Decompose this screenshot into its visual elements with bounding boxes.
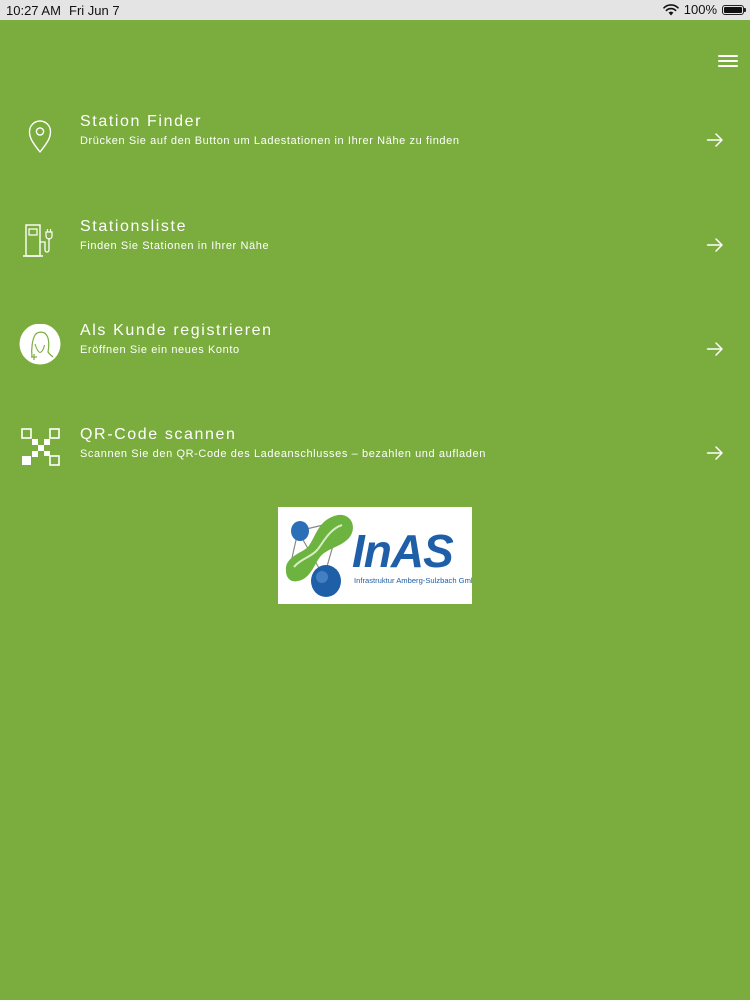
menu-item-qr-scan[interactable]: QR-Code scannen Scannen Sie den QR-Code …	[0, 426, 750, 508]
hamburger-menu-icon[interactable]	[718, 52, 738, 72]
menu-item-register[interactable]: Als Kunde registrieren Eröffnen Sie ein …	[0, 322, 750, 404]
battery-icon	[722, 4, 746, 15]
menu-item-title: Station Finder	[80, 113, 203, 130]
inas-logo: InAS Infrastruktur Amberg-Sulzbach GmbH	[278, 507, 481, 604]
status-time: 10:27 AM	[6, 3, 61, 18]
menu-item-station-finder[interactable]: Station Finder Drücken Sie auf den Butto…	[0, 113, 750, 195]
status-bar: 10:27 AM Fri Jun 7 100%	[0, 0, 750, 20]
location-pin-icon	[28, 120, 52, 153]
menu-item-subtitle: Scannen Sie den QR-Code des Ladeanschlus…	[80, 448, 486, 460]
inas-logo-graphic: InAS Infrastruktur Amberg-Sulzbach GmbH	[285, 514, 481, 597]
menu-item-stationsliste[interactable]: Stationsliste Finden Sie Stationen in Ih…	[0, 218, 750, 300]
arrow-right-icon	[706, 133, 723, 147]
status-right: 100%	[662, 2, 746, 17]
status-date: Fri Jun 7	[69, 3, 120, 18]
menu-item-subtitle: Finden Sie Stationen in Ihrer Nähe	[80, 240, 270, 252]
battery-percentage: 100%	[683, 2, 717, 17]
charging-station-icon	[23, 224, 53, 257]
qr-code-icon	[21, 428, 60, 466]
menu-item-title: Stationsliste	[80, 218, 188, 235]
logo-name: InAS	[352, 525, 454, 577]
wifi-icon	[662, 3, 679, 15]
menu-item-title: Als Kunde registrieren	[80, 322, 273, 339]
arrow-right-icon	[706, 446, 723, 460]
user-add-icon	[19, 324, 61, 365]
arrow-right-icon	[706, 238, 723, 252]
menu-item-subtitle: Drücken Sie auf den Button um Ladestatio…	[80, 135, 460, 147]
menu-item-subtitle: Eröffnen Sie ein neues Konto	[80, 344, 240, 356]
menu-item-title: QR-Code scannen	[80, 426, 237, 443]
logo-tagline: Infrastruktur Amberg-Sulzbach GmbH	[354, 576, 472, 585]
arrow-right-icon	[706, 342, 723, 356]
